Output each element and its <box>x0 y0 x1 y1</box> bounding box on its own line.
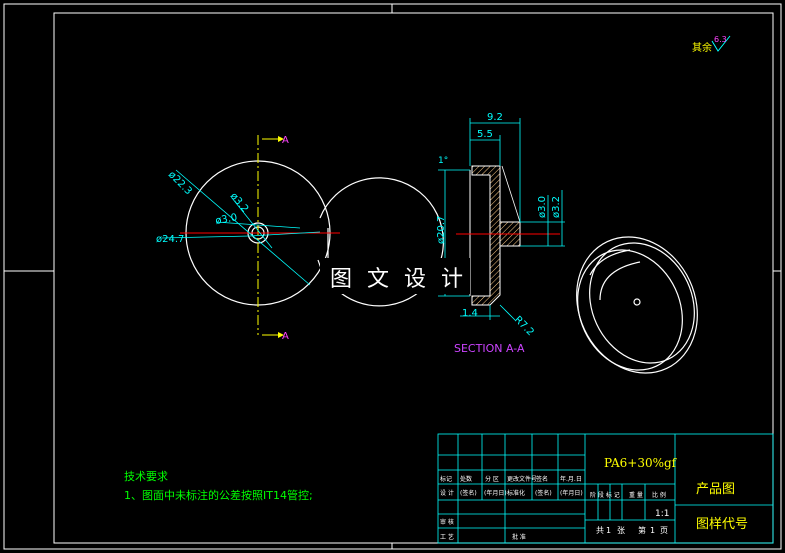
surface-finish-label: 其余 <box>692 41 712 54</box>
section-mark-bottom: A <box>282 331 289 342</box>
dim-section-3: 1° <box>438 156 448 166</box>
section-view: 9.2 5.5 1° ø20.7 ø3.0 ø3.2 1.4 R7.2 SECT… <box>436 112 565 355</box>
dim-section-5: ø3.0 <box>537 196 548 218</box>
scale-value: 1:1 <box>655 509 669 519</box>
svg-text:阶 段 标 记: 阶 段 标 记 <box>590 491 620 499</box>
svg-text:页: 页 <box>660 526 668 535</box>
svg-text:张: 张 <box>617 526 625 535</box>
svg-text:比 例: 比 例 <box>652 491 666 499</box>
drawing-code: 图样代号 <box>696 517 748 532</box>
svg-text:(年月日): (年月日) <box>484 489 507 497</box>
svg-text:签名: 签名 <box>536 475 548 483</box>
front-view: A A ø22.3 ø3.2 ø3.0 ø24.7 <box>156 135 444 342</box>
svg-text:重 量: 重 量 <box>629 491 643 499</box>
isometric-view <box>576 236 698 374</box>
dim-front-4: ø24.7 <box>156 234 184 245</box>
watermark: 图 文 设 计 <box>330 267 467 292</box>
svg-text:年.月.日: 年.月.日 <box>560 475 582 483</box>
drawing-name: 产品图 <box>696 482 735 497</box>
section-mark-top: A <box>282 135 289 146</box>
dim-section-1: 9.2 <box>487 112 503 123</box>
tech-req-item-1: 1、图面中未标注的公差按照IT14管控; <box>124 488 313 502</box>
svg-text:(年月日): (年月日) <box>560 489 583 497</box>
dim-section-4: ø20.7 <box>436 216 447 244</box>
tech-req-heading: 技术要求 <box>124 470 168 483</box>
svg-text:1: 1 <box>650 526 655 535</box>
svg-text:批 准: 批 准 <box>512 533 526 541</box>
section-profile <box>471 165 501 306</box>
svg-text:共: 共 <box>596 526 604 535</box>
title-block-labels: 标记 处数 分 区 更改文件号 签名 年.月.日 设 计 (签名) (年月日) … <box>440 475 666 541</box>
surface-finish-symbol: 其余 6.3 <box>692 35 731 54</box>
dim-section-6: ø3.2 <box>551 196 562 218</box>
dim-section-2: 5.5 <box>477 129 493 140</box>
svg-text:工 艺: 工 艺 <box>440 533 454 541</box>
svg-text:1: 1 <box>606 526 611 535</box>
sheet-count: 共 1 张 第 1 页 <box>596 525 668 535</box>
svg-text:标记: 标记 <box>440 475 452 483</box>
svg-text:更改文件号: 更改文件号 <box>507 475 537 483</box>
svg-text:(签名): (签名) <box>460 489 477 497</box>
dim-section-8: R7.2 <box>512 314 536 338</box>
svg-text:标准化: 标准化 <box>507 489 525 497</box>
section-title: SECTION A-A <box>454 342 525 355</box>
svg-text:设 计: 设 计 <box>440 489 454 497</box>
drawing-canvas: 其余 6.3 A A ø22.3 ø3.2 ø3.0 ø24.7 9.2 5.5… <box>3 3 782 550</box>
svg-text:审 核: 审 核 <box>440 518 454 526</box>
material-text: PA6+30%gf <box>604 456 678 470</box>
dim-section-7: 1.4 <box>462 308 478 319</box>
svg-text:(签名): (签名) <box>535 489 552 497</box>
dim-front-3: ø3.0 <box>215 212 239 227</box>
svg-text:处数: 处数 <box>460 475 472 483</box>
svg-text:分 区: 分 区 <box>485 475 499 483</box>
surface-finish-value: 6.3 <box>714 35 727 44</box>
dim-front-2: ø3.2 <box>228 191 251 215</box>
svg-text:第: 第 <box>638 525 646 535</box>
